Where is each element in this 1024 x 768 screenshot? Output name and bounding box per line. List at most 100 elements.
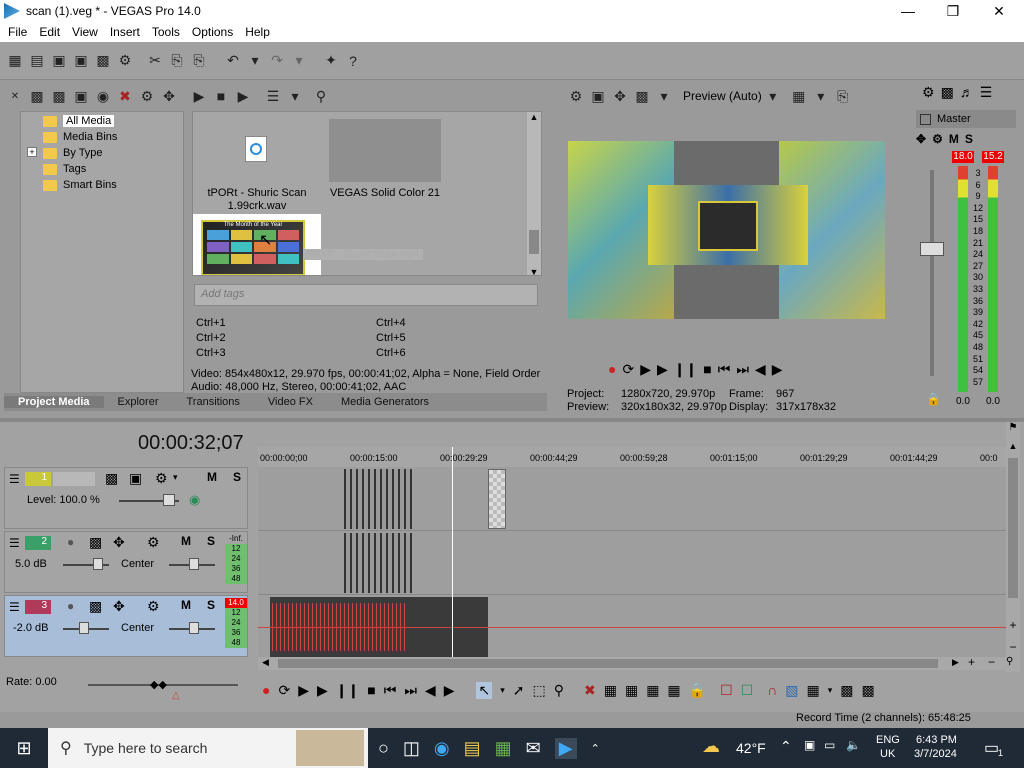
menu-edit[interactable]: Edit	[33, 25, 66, 39]
copy-icon[interactable]: ⎘	[168, 52, 186, 70]
tree-item-smart-bins[interactable]: Smart Bins	[43, 177, 117, 193]
master-settings-icon[interactable]: ⚙	[922, 84, 935, 101]
timeline-horizontal-scrollbar[interactable]: ◀ ▶ + − ⚲	[258, 655, 1020, 670]
close-button[interactable]: ✕	[976, 0, 1022, 22]
play-icon[interactable]: ▶	[657, 361, 668, 378]
arm-record-icon[interactable]: ●	[67, 535, 74, 549]
redo-icon[interactable]: ↷	[268, 52, 286, 70]
dropdown-icon[interactable]: ▾	[500, 685, 505, 696]
next-frame-icon[interactable]: ▶	[444, 682, 455, 699]
track-collapse-icon[interactable]: ☰	[9, 600, 20, 614]
menu-insert[interactable]: Insert	[104, 25, 146, 39]
pan-slider-handle[interactable]	[189, 622, 199, 634]
zoom-in-vertical-icon[interactable]: +	[1006, 618, 1020, 632]
zoom-out-horizontal-icon[interactable]: −	[988, 655, 995, 669]
video-event[interactable]	[344, 469, 412, 529]
envelope-edit-tool-icon[interactable]: ➚	[513, 682, 525, 699]
web-icon[interactable]: ◉	[94, 87, 112, 105]
prev-frame-icon[interactable]: ◀	[425, 682, 436, 699]
track-motion-icon[interactable]: ▩	[105, 470, 118, 487]
views-icon[interactable]: ☰	[264, 87, 282, 105]
level-slider-handle[interactable]	[163, 494, 175, 506]
network-device-icon[interactable]: ▣	[804, 738, 815, 752]
clock-date[interactable]: 3/7/2024	[914, 748, 957, 760]
tab-explorer[interactable]: Explorer	[104, 396, 173, 408]
panel-grip-icon[interactable]: ✕	[6, 87, 24, 105]
trim-icon[interactable]: ▦	[604, 682, 617, 699]
add-tags-input[interactable]: Add tags	[194, 284, 538, 306]
track-solo-button[interactable]: S	[207, 598, 215, 612]
track-header-1[interactable]: ☰ 1 ▩ ▣ ⚙ ▾ M S Level: 100.0 % ◉	[4, 467, 248, 529]
master-bus-fx-icon[interactable]: ✥	[916, 132, 926, 146]
menu-view[interactable]: View	[66, 25, 104, 39]
dropdown-icon[interactable]: ▾	[764, 87, 782, 105]
preview-fx-icon[interactable]: ▩	[633, 87, 651, 105]
play-icon[interactable]: ▶	[317, 682, 328, 699]
views-dropdown-icon[interactable]: ▾	[286, 87, 304, 105]
arm-record-icon[interactable]: ●	[67, 599, 74, 613]
stop-icon[interactable]: ■	[367, 682, 375, 698]
undo-dropdown-icon[interactable]: ▾	[246, 52, 264, 70]
volume-icon[interactable]: 🔈	[846, 738, 861, 752]
expand-by-type-button[interactable]: +	[27, 147, 37, 157]
save-as-icon[interactable]: ▣	[72, 52, 90, 70]
taskbar-chevron-icon[interactable]: ⌃	[591, 742, 600, 755]
timeline-vertical-scrollbar[interactable]: ⚑ ▲ + −	[1006, 422, 1020, 672]
vegas-taskbar-icon[interactable]: ▶	[554, 737, 577, 759]
display-icon[interactable]: ▭	[824, 738, 835, 752]
track-mute-button[interactable]: M	[181, 534, 191, 548]
whats-this-help-icon[interactable]: ?	[344, 52, 362, 70]
loop-icon[interactable]: ⟳	[278, 682, 290, 699]
auto-preview-icon[interactable]: ▶	[234, 87, 252, 105]
invert-phase-icon[interactable]: ▩	[89, 598, 102, 615]
prev-frame-icon[interactable]: ◀	[755, 361, 766, 378]
play-from-start-icon[interactable]: ▶	[640, 361, 651, 378]
audio-event[interactable]	[344, 533, 412, 593]
tree-item-by-type[interactable]: By Type	[43, 145, 103, 161]
rate-slider-handle[interactable]: ◆◆	[150, 678, 167, 691]
track-solo-button[interactable]: S	[207, 534, 215, 548]
master-mute-speaker-icon[interactable]: ♬	[960, 84, 974, 101]
track-collapse-icon[interactable]: ☰	[9, 536, 20, 550]
audio-file-icon[interactable]	[245, 136, 267, 162]
notifications-icon[interactable]: ▭	[984, 738, 999, 758]
pause-icon[interactable]: ❙❙	[674, 361, 697, 378]
playhead-cursor[interactable]	[452, 447, 453, 657]
scroll-up-icon[interactable]: ▲	[1006, 441, 1020, 451]
master-solo-button[interactable]: S	[965, 132, 973, 146]
insert-marker-icon[interactable]: ☐	[720, 682, 733, 699]
master-mute-button[interactable]: M	[949, 132, 959, 146]
trim-end-icon[interactable]: ▦	[646, 682, 659, 699]
master-select-icon[interactable]	[920, 113, 931, 125]
menu-tools[interactable]: Tools	[146, 25, 186, 39]
scroll-thumb[interactable]	[278, 659, 938, 668]
record-icon[interactable]: ●	[262, 682, 270, 698]
solid-color-thumbnail[interactable]	[329, 119, 441, 182]
next-frame-icon[interactable]: ▶	[772, 361, 783, 378]
go-to-end-icon[interactable]: ⏭	[736, 361, 749, 378]
lock-icon[interactable]: 🔒	[926, 392, 941, 406]
track-fx-icon[interactable]: ⚙	[155, 470, 168, 487]
master-fader-handle[interactable]	[920, 242, 944, 256]
redo-dropdown-icon[interactable]: ▾	[290, 52, 308, 70]
scroll-left-icon[interactable]: ◀	[262, 657, 269, 668]
tab-media-generators[interactable]: Media Generators	[327, 396, 443, 408]
render-icon[interactable]: ▩	[94, 52, 112, 70]
split-icon[interactable]: ▦	[667, 682, 680, 699]
volume-slider-handle[interactable]	[93, 558, 103, 570]
master-settings-icon[interactable]: ⚙	[932, 132, 943, 146]
remove-media-icon[interactable]: ✖	[116, 87, 134, 105]
capture-video-icon[interactable]: ▩	[50, 87, 68, 105]
marker-flag-icon[interactable]: ⚑	[1006, 422, 1020, 433]
track-mute-button[interactable]: M	[207, 470, 217, 484]
file-explorer-icon[interactable]: ▤	[464, 738, 481, 759]
scroll-down-icon[interactable]: ▼	[527, 267, 541, 275]
external-monitor-icon[interactable]: ▣	[589, 87, 607, 105]
pause-icon[interactable]: ❙❙	[336, 682, 359, 699]
show-hidden-icons-icon[interactable]: ⌃	[780, 738, 792, 755]
save-icon[interactable]: ▣	[50, 52, 68, 70]
stop-icon[interactable]: ■	[703, 361, 711, 377]
stop-media-icon[interactable]: ■	[212, 87, 230, 105]
tab-project-media[interactable]: Project Media	[4, 396, 104, 408]
track-fx-icon[interactable]: ✥	[113, 598, 125, 615]
